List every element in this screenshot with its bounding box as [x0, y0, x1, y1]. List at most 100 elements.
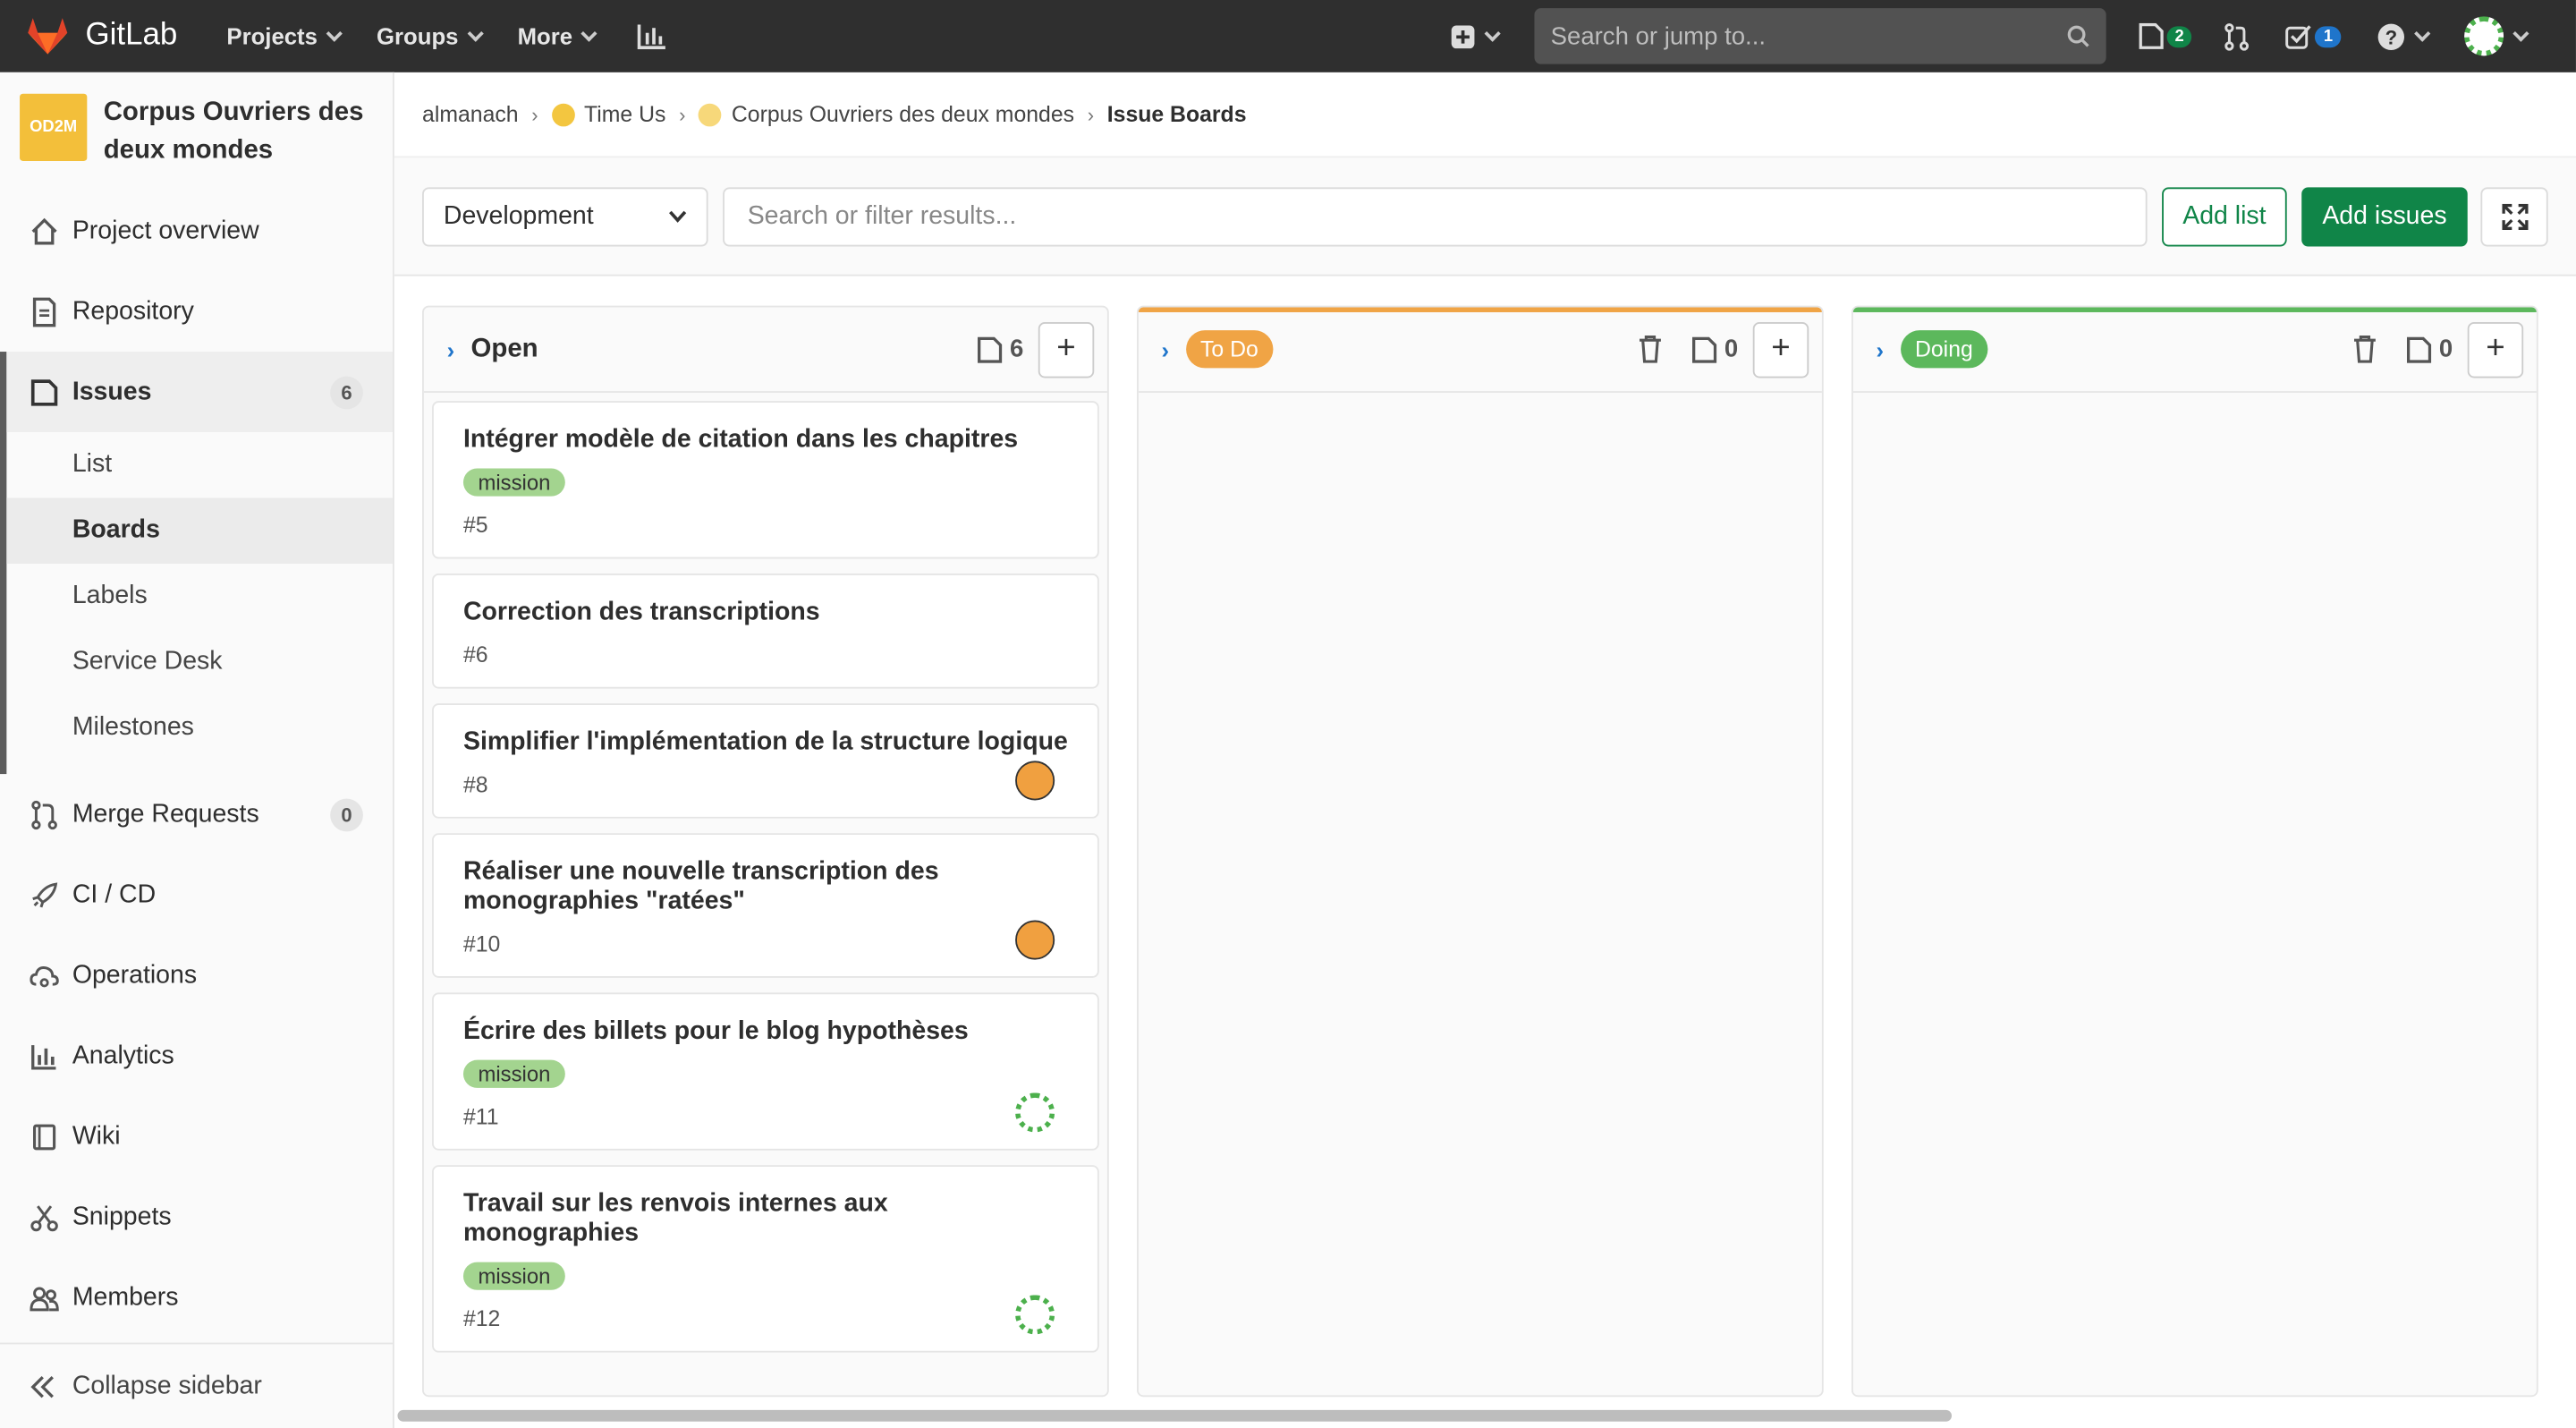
- sidebar-item-issues[interactable]: Issues 6: [6, 352, 393, 433]
- sidebar-item-members[interactable]: Members: [0, 1257, 393, 1338]
- gitlab-home-link[interactable]: GitLab: [26, 16, 177, 55]
- issue-card[interactable]: Intégrer modèle de citation dans les cha…: [432, 401, 1099, 559]
- issue-title[interactable]: Simplifier l'implémentation de la struct…: [463, 728, 1068, 758]
- issue-number: #5: [462, 513, 488, 538]
- issue-card[interactable]: Correction des transcriptions #6: [432, 574, 1099, 689]
- list-label-to-do[interactable]: To Do: [1185, 330, 1274, 369]
- issues-count-badge: 2: [2166, 25, 2192, 47]
- add-issues-button[interactable]: Add issues: [2301, 186, 2468, 246]
- nav-projects[interactable]: Projects: [226, 23, 343, 49]
- new-item-dropdown[interactable]: [1451, 24, 1501, 49]
- label-mission[interactable]: mission: [462, 1059, 565, 1088]
- sidebar-item-repository[interactable]: Repository: [0, 271, 393, 352]
- chevron-right-icon[interactable]: ›: [1877, 336, 1885, 362]
- todos-count-badge: 1: [2315, 25, 2342, 47]
- project-header[interactable]: OD2M Corpus Ouvriers des deux mondes: [0, 72, 393, 191]
- collapse-sidebar-label: Collapse sidebar: [72, 1371, 262, 1399]
- add-list-button[interactable]: Add list: [2162, 186, 2287, 246]
- list-label-doing[interactable]: Doing: [1900, 330, 1988, 369]
- assignee-avatar[interactable]: [1015, 761, 1055, 801]
- plus-square-icon: [1451, 24, 1475, 48]
- issue-card[interactable]: Réaliser une nouvelle transcription des …: [432, 833, 1099, 978]
- brand-name: GitLab: [85, 18, 178, 53]
- global-search-input[interactable]: Search or jump to...: [1534, 8, 2106, 64]
- assignee-avatar[interactable]: [1015, 1295, 1055, 1335]
- merge-requests-button[interactable]: [2225, 22, 2250, 50]
- issue-title[interactable]: Réaliser une nouvelle transcription des …: [463, 858, 1068, 917]
- sidebar-item-label: Operations: [72, 960, 198, 989]
- collapse-sidebar-button[interactable]: Collapse sidebar: [0, 1342, 393, 1428]
- filter-search-input[interactable]: Search or filter results...: [723, 186, 2148, 246]
- cloud-gear-icon: [30, 965, 59, 987]
- nav-groups-label: Groups: [377, 22, 459, 50]
- sidebar-subitem-list[interactable]: List: [6, 432, 393, 497]
- issue-title[interactable]: Intégrer modèle de citation dans les cha…: [463, 426, 1068, 455]
- issue-count-value: 0: [2438, 335, 2453, 363]
- merge-requests-count: 0: [330, 797, 363, 831]
- new-issue-button[interactable]: +: [2467, 321, 2524, 378]
- issue-card[interactable]: Travail sur les renvois internes aux mon…: [432, 1165, 1099, 1353]
- chevron-down-icon: [581, 24, 598, 41]
- help-icon: ?: [2377, 22, 2405, 50]
- sidebar-item-merge-requests[interactable]: Merge Requests 0: [0, 774, 393, 854]
- sidebar-item-label: Merge Requests: [72, 799, 259, 828]
- chevron-down-icon: [1484, 24, 1501, 41]
- board-list-doing: › Doing 0 +: [1851, 305, 2538, 1398]
- issues-count: 6: [330, 375, 363, 409]
- label-mission[interactable]: mission: [462, 468, 565, 497]
- sidebar-item-analytics[interactable]: Analytics: [0, 1016, 393, 1096]
- time-us-group-icon: [551, 102, 575, 126]
- chevron-right-icon[interactable]: ›: [1162, 336, 1170, 362]
- issue-title[interactable]: Travail sur les renvois internes aux mon…: [463, 1190, 1068, 1249]
- help-dropdown[interactable]: ?: [2377, 22, 2431, 50]
- trash-icon[interactable]: [1638, 335, 1663, 363]
- chevron-right-icon: ›: [531, 102, 538, 126]
- issue-title[interactable]: Écrire des billets pour le blog hypothès…: [463, 1017, 1068, 1047]
- fullscreen-button[interactable]: [2480, 186, 2548, 246]
- sidebar-item-wiki[interactable]: Wiki: [0, 1096, 393, 1177]
- board-horizontal-scrollbar[interactable]: [397, 1409, 1952, 1422]
- nav-groups[interactable]: Groups: [377, 22, 484, 50]
- activity-chart-icon[interactable]: [638, 23, 668, 50]
- sidebar-subitem-labels[interactable]: Labels: [6, 564, 393, 629]
- chevron-right-icon[interactable]: ›: [447, 336, 455, 362]
- document-icon: [32, 296, 56, 327]
- sidebar-subitem-service-desk[interactable]: Service Desk: [6, 629, 393, 694]
- home-icon: [31, 217, 57, 244]
- chevron-down-icon: [2512, 24, 2529, 41]
- breadcrumb-time-us[interactable]: Time Us: [584, 102, 665, 127]
- issue-title[interactable]: Correction des transcriptions: [463, 599, 1068, 628]
- assignee-avatar[interactable]: [1015, 1092, 1055, 1133]
- board-select-value: Development: [443, 200, 594, 230]
- issue-count: 0: [1691, 336, 1738, 363]
- trash-icon[interactable]: [2352, 335, 2377, 363]
- issues-section: Issues 6 List Boards Labels Service Desk…: [0, 352, 393, 775]
- sidebar-subitem-milestones[interactable]: Milestones: [6, 695, 393, 774]
- board-select-dropdown[interactable]: Development: [422, 186, 708, 246]
- sidebar-item-snippets[interactable]: Snippets: [0, 1177, 393, 1257]
- sidebar-item-ci-cd[interactable]: CI / CD: [0, 854, 393, 935]
- assigned-issues-button[interactable]: 2: [2139, 22, 2192, 49]
- search-icon: [2067, 25, 2089, 47]
- issue-count-value: 0: [1724, 335, 1739, 363]
- issue-number: #11: [462, 1104, 499, 1129]
- new-issue-button[interactable]: +: [1038, 321, 1095, 378]
- breadcrumb: almanach › Time Us › Corpus Ouvriers des…: [394, 72, 2576, 158]
- breadcrumb-project[interactable]: Corpus Ouvriers des deux mondes: [732, 102, 1074, 127]
- list-header: › Open 6 +: [423, 307, 1107, 393]
- sidebar-item-operations[interactable]: Operations: [0, 935, 393, 1016]
- label-mission[interactable]: mission: [462, 1262, 565, 1290]
- assignee-avatar[interactable]: [1015, 920, 1055, 960]
- issue-card[interactable]: Simplifier l'implémentation de la struct…: [432, 703, 1099, 819]
- user-menu-dropdown[interactable]: [2464, 16, 2529, 56]
- breadcrumb-almanach[interactable]: almanach: [422, 102, 519, 127]
- breadcrumb-issue-boards[interactable]: Issue Boards: [1107, 102, 1247, 127]
- nav-more[interactable]: More: [518, 23, 598, 49]
- new-issue-button[interactable]: +: [1752, 321, 1809, 378]
- todos-button[interactable]: 1: [2286, 24, 2342, 49]
- issue-card[interactable]: Écrire des billets pour le blog hypothès…: [432, 992, 1099, 1151]
- svg-text:?: ?: [2385, 26, 2397, 48]
- sidebar-item-project-overview[interactable]: Project overview: [0, 191, 393, 271]
- sidebar-subitem-boards[interactable]: Boards: [6, 497, 393, 564]
- chart-icon: [31, 1044, 56, 1069]
